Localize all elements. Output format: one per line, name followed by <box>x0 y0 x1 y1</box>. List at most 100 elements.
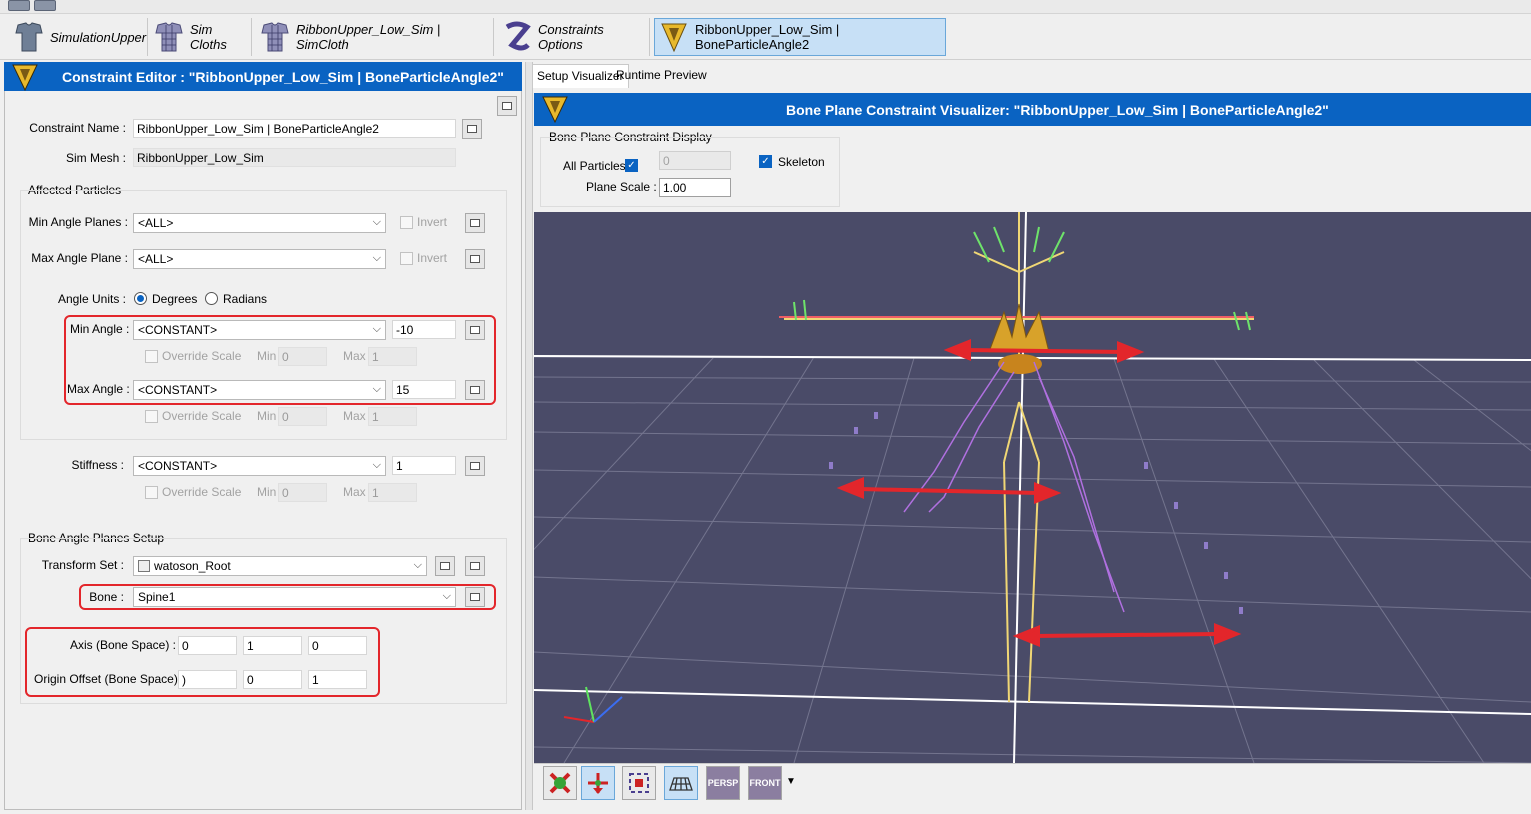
axis-z-field[interactable]: 0 <box>308 636 367 655</box>
move-arrows-icon[interactable] <box>581 766 615 800</box>
scale-min-label: Min <box>257 485 277 499</box>
min-override-scale-checkbox[interactable] <box>145 350 158 363</box>
min-angle-mode-select[interactable]: <CONSTANT> ⌵ <box>133 320 386 340</box>
persp-view-icon[interactable]: PERSP <box>706 766 740 800</box>
axis-x-field[interactable]: 0 <box>178 636 237 655</box>
skeleton-lines <box>784 212 1254 703</box>
min-angle-planes-pick-button[interactable] <box>465 213 485 233</box>
tab-label: Sim Cloths <box>190 22 227 52</box>
scale-max-field: 1 <box>368 347 417 366</box>
scale-max-label: Max <box>343 409 366 423</box>
stiffness-override-scale-checkbox[interactable] <box>145 486 158 499</box>
stiffness-value-field[interactable]: 1 <box>392 456 456 475</box>
cloth-mesh-icon <box>155 22 183 52</box>
panel-splitter[interactable] <box>525 62 533 810</box>
scale-min-label: Min <box>257 349 277 363</box>
v-logo-icon <box>661 23 687 53</box>
min-angle-pick-button[interactable] <box>465 320 485 340</box>
v-logo-icon <box>12 64 38 92</box>
min-angle-planes-label: Min Angle Planes : <box>28 215 128 229</box>
transform-set-edit-button[interactable] <box>465 556 485 576</box>
min-angle-planes-select[interactable]: <ALL> ⌵ <box>133 213 386 233</box>
bone-label: Bone : <box>89 590 124 604</box>
particle-index-spinner: 0 <box>659 151 731 170</box>
max-angle-plane-select[interactable]: <ALL> ⌵ <box>133 249 386 269</box>
chevron-down-icon: ⌵ <box>413 559 422 571</box>
min-invert-label: Invert <box>417 215 448 229</box>
tshirt-icon <box>15 22 43 52</box>
transform-set-select[interactable]: watoson_Root ⌵ <box>133 556 427 576</box>
max-angle-label: Max Angle : <box>67 382 130 396</box>
plane-scale-label: Plane Scale : <box>586 180 657 194</box>
front-view-icon[interactable]: FRONT <box>748 766 782 800</box>
max-override-scale-checkbox[interactable] <box>145 410 158 423</box>
axis-y-field[interactable]: 1 <box>243 636 302 655</box>
tab-simulation-upper[interactable]: SimulationUpper <box>10 18 148 56</box>
origin-offset-label: Origin Offset (Bone Space) : <box>34 672 185 686</box>
radians-label: Radians <box>223 292 268 306</box>
min-invert-checkbox[interactable] <box>400 216 413 229</box>
tab-runtime-preview[interactable]: Runtime Preview <box>612 64 711 88</box>
max-angle-plane-pick-button[interactable] <box>465 249 485 269</box>
plane-scale-spinner[interactable]: 1.00 <box>659 178 731 197</box>
min-angle-value-field[interactable]: -10 <box>392 320 456 339</box>
panel-options-button[interactable] <box>497 96 517 116</box>
tab-bone-particle-angle2[interactable]: RibbonUpper_Low_Sim | BoneParticleAngle2 <box>654 18 946 56</box>
top-strip <box>0 0 1531 14</box>
reset-view-icon[interactable] <box>543 766 577 800</box>
max-invert-checkbox[interactable] <box>400 252 413 265</box>
constraint-name-label: Constraint Name : <box>29 121 126 135</box>
save-icon[interactable] <box>8 0 30 11</box>
view-dropdown-chevron-icon[interactable]: ▼ <box>786 776 796 787</box>
constraint-name-field[interactable]: RibbonUpper_Low_Sim | BoneParticleAngle2 <box>133 119 456 138</box>
scale-min-field: 0 <box>278 483 327 502</box>
all-particles-checkbox[interactable]: ✓ <box>625 159 638 172</box>
transform-set-icon <box>138 560 150 572</box>
transform-set-label: Transform Set : <box>41 558 124 572</box>
origin-offset-x-field[interactable]: ) <box>178 670 237 689</box>
3d-viewport[interactable] <box>534 212 1531 763</box>
stiffness-mode-select[interactable]: <CONSTANT> ⌵ <box>133 456 386 476</box>
max-angle-mode-select[interactable]: <CONSTANT> ⌵ <box>133 380 386 400</box>
min-angle-label: Min Angle : <box>70 322 130 336</box>
tab-sim-cloths[interactable]: Sim Cloths <box>150 18 252 56</box>
scale-min-field: 0 <box>278 407 327 426</box>
degrees-radio[interactable] <box>134 292 147 305</box>
all-particles-label: All Particles <box>563 159 626 173</box>
cloth-mesh-icon <box>261 22 289 52</box>
skeleton-label: Skeleton <box>778 155 825 169</box>
viewport-scene <box>534 212 1531 763</box>
rename-button[interactable] <box>462 119 482 139</box>
origin-offset-y-field[interactable]: 0 <box>243 670 302 689</box>
grid-icon[interactable] <box>664 766 698 800</box>
bone-select[interactable]: Spine1 ⌵ <box>133 587 456 607</box>
stiffness-pick-button[interactable] <box>465 456 485 476</box>
max-angle-value-field[interactable]: 15 <box>392 380 456 399</box>
radians-radio[interactable] <box>205 292 218 305</box>
load-icon[interactable] <box>34 0 56 11</box>
max-angle-pick-button[interactable] <box>465 380 485 400</box>
chevron-down-icon: ⌵ <box>372 252 381 264</box>
axis-label: Axis (Bone Space) : <box>69 638 176 652</box>
constraint-z-icon <box>505 21 531 51</box>
page-title: Constraint Editor : "RibbonUpper_Low_Sim… <box>62 69 504 85</box>
sim-mesh-field: RibbonUpper_Low_Sim <box>133 148 456 167</box>
sim-mesh-label: Sim Mesh : <box>65 151 126 165</box>
scale-min-label: Min <box>257 409 277 423</box>
scale-max-field: 1 <box>368 483 417 502</box>
chevron-down-icon: ⌵ <box>372 323 381 335</box>
frame-selection-icon[interactable] <box>622 766 656 800</box>
tab-ribbon-simcloth[interactable]: RibbonUpper_Low_Sim | SimCloth <box>256 18 494 56</box>
override-scale-label: Override Scale <box>162 409 242 423</box>
annotation-arrows <box>836 339 1242 647</box>
v-logo-icon <box>542 96 568 124</box>
origin-offset-z-field[interactable]: 1 <box>308 670 367 689</box>
override-scale-label: Override Scale <box>162 485 242 499</box>
bone-pick-button[interactable] <box>465 587 485 607</box>
transform-set-new-button[interactable] <box>435 556 455 576</box>
tab-constraints-options[interactable]: Constraints Options <box>498 18 650 56</box>
chevron-down-icon: ⌵ <box>442 590 451 602</box>
scale-min-field: 0 <box>278 347 327 366</box>
chevron-down-icon: ⌵ <box>372 216 381 228</box>
skeleton-checkbox[interactable]: ✓ <box>759 155 772 168</box>
